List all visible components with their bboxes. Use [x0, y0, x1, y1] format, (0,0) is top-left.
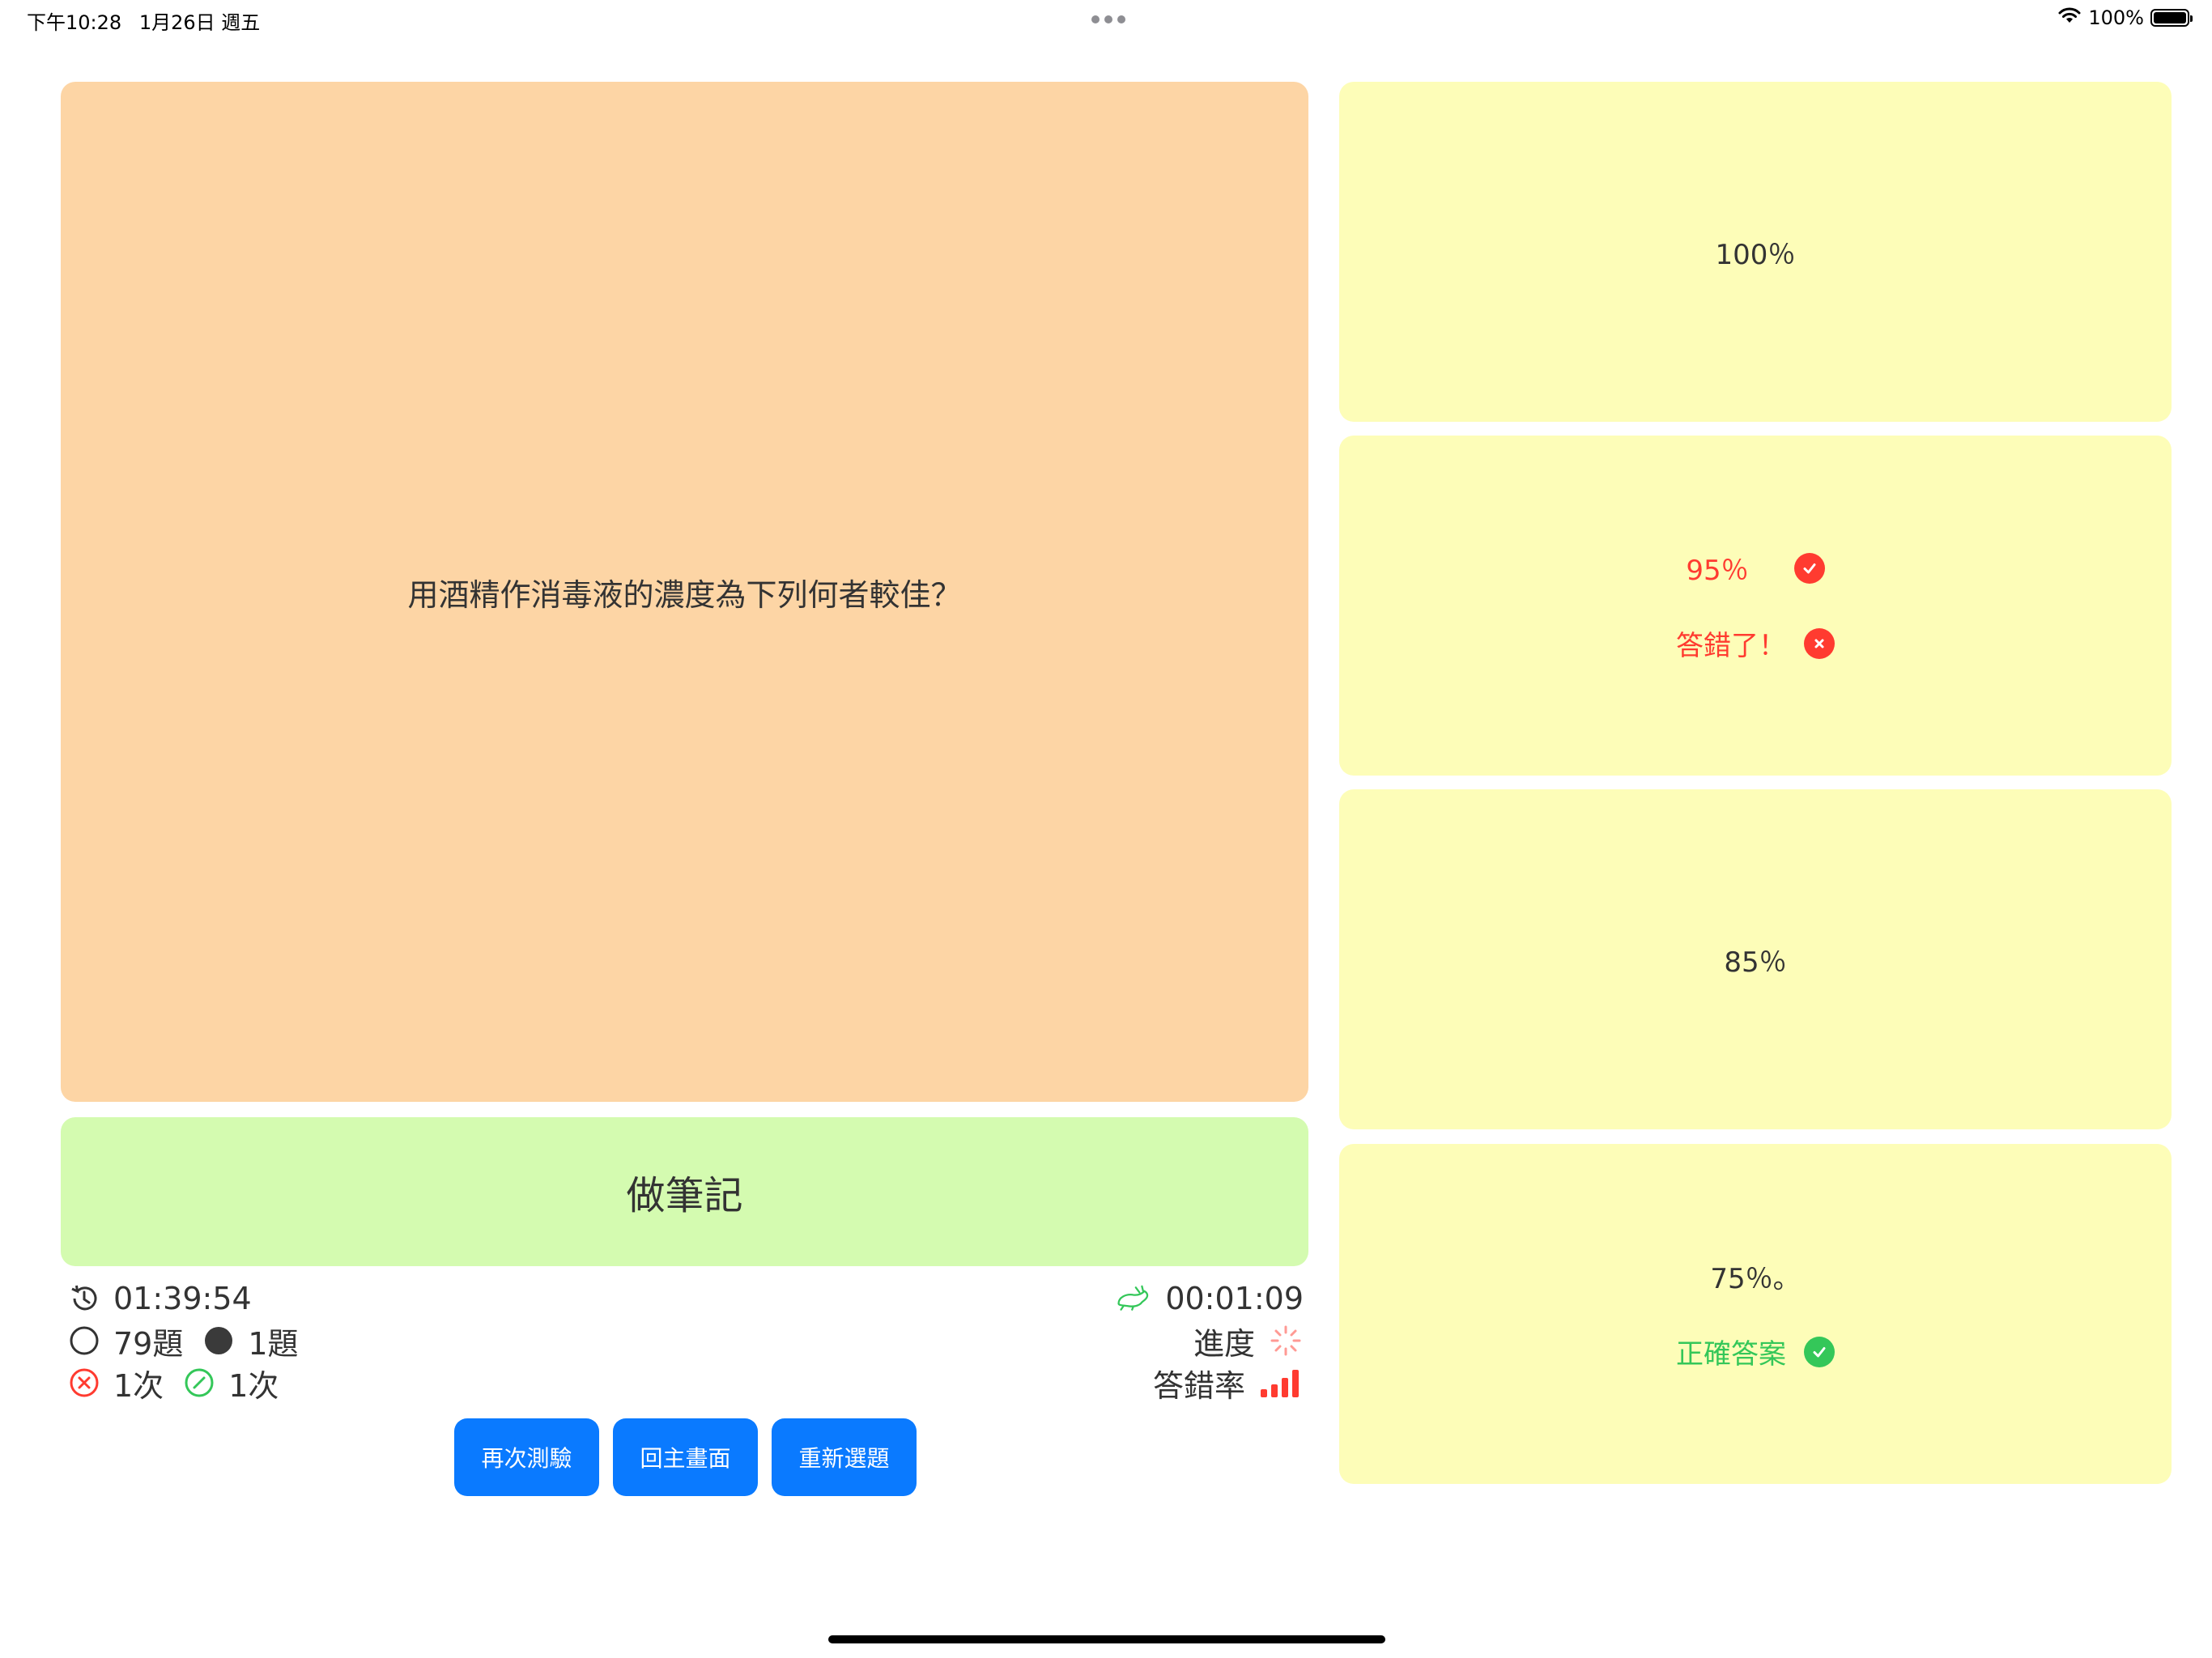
error-rate-label: 答錯率: [1152, 1367, 1245, 1404]
question-count-row: 79題 1題: [66, 1320, 552, 1362]
status-date: 1月26日 週五: [138, 11, 261, 34]
stats-left: 01:39:54 79題 1題 1次 1次: [66, 1278, 552, 1404]
signal-bars-icon: [1258, 1365, 1304, 1401]
wrong-circle-icon: [66, 1365, 102, 1401]
battery-icon: [2150, 9, 2193, 27]
history-clock-icon: [66, 1281, 102, 1316]
take-notes-button[interactable]: 做筆記: [61, 1117, 1308, 1266]
option-2-status-line: 答錯了！: [1676, 623, 1835, 663]
option-card-3[interactable]: 85％: [1339, 789, 2172, 1129]
option-2-text: 95％: [1686, 555, 1749, 587]
question-time-value: 00:01:09: [1165, 1281, 1304, 1316]
progress-label: 進度: [1193, 1325, 1255, 1362]
option-4-text: 75％。: [1710, 1263, 1801, 1295]
progress-spinner-icon: [1268, 1323, 1304, 1358]
total-time-row: 01:39:54: [66, 1278, 552, 1320]
option-3-text: 85％: [1724, 946, 1787, 979]
wrong-answer-label: 答錯了！: [1676, 630, 1786, 662]
checkmark-icon: [1793, 552, 1825, 584]
stats-right: 00:01:09 進度 答錯率: [980, 1278, 1304, 1404]
x-mark-icon: [1804, 627, 1835, 659]
back-home-button[interactable]: 回主畫面: [613, 1418, 758, 1496]
option-card-1[interactable]: 100％: [1339, 82, 2172, 422]
correct-circle-icon: [181, 1365, 217, 1401]
option-2-line: 95％: [1686, 548, 1825, 588]
battery-percent: 100%: [2088, 6, 2144, 29]
total-time-value: 01:39:54: [113, 1281, 252, 1316]
multitasking-dots-icon[interactable]: [1091, 15, 1125, 23]
quiz-result-screen: 下午10:28 1月26日 週五 100% 用酒精作消毒液的濃度為下列何者較佳？…: [0, 0, 2212, 1658]
attempts-row: 1次 1次: [66, 1362, 552, 1404]
question-text: 用酒精作消毒液的濃度為下列何者較佳？: [407, 576, 962, 613]
wrong-count: 1次: [113, 1367, 164, 1404]
filled-circle-icon: [201, 1323, 236, 1358]
action-buttons: 再次測驗 回主畫面 重新選題: [454, 1418, 917, 1496]
home-indicator[interactable]: [828, 1635, 1385, 1643]
option-1-text: 100％: [1715, 238, 1796, 271]
correct-answer-label: 正確答案: [1676, 1338, 1786, 1371]
unanswered-count: 79題: [113, 1325, 184, 1362]
status-bar-left: 下午10:28 1月26日 週五: [27, 6, 271, 35]
progress-row: 進度: [980, 1320, 1304, 1362]
wifi-icon: [2057, 6, 2082, 29]
checkmark-icon: [1804, 1336, 1835, 1367]
error-rate-row: 答錯率: [980, 1362, 1304, 1404]
option-4-status-line: 正確答案: [1676, 1332, 1835, 1371]
rabbit-icon: [1115, 1281, 1151, 1316]
correct-count: 1次: [228, 1367, 279, 1404]
answered-count: 1題: [248, 1325, 299, 1362]
question-time-row: 00:01:09: [980, 1278, 1304, 1320]
option-card-2[interactable]: 95％ 答錯了！: [1339, 436, 2172, 776]
status-bar-right: 100%: [2057, 6, 2193, 29]
empty-circle-icon: [66, 1323, 102, 1358]
reselect-questions-button[interactable]: 重新選題: [772, 1418, 917, 1496]
retry-quiz-button[interactable]: 再次測驗: [454, 1418, 599, 1496]
option-card-4[interactable]: 75％。 正確答案: [1339, 1144, 2172, 1484]
status-time: 下午10:28: [27, 11, 122, 34]
question-card: 用酒精作消毒液的濃度為下列何者較佳？: [61, 82, 1308, 1102]
